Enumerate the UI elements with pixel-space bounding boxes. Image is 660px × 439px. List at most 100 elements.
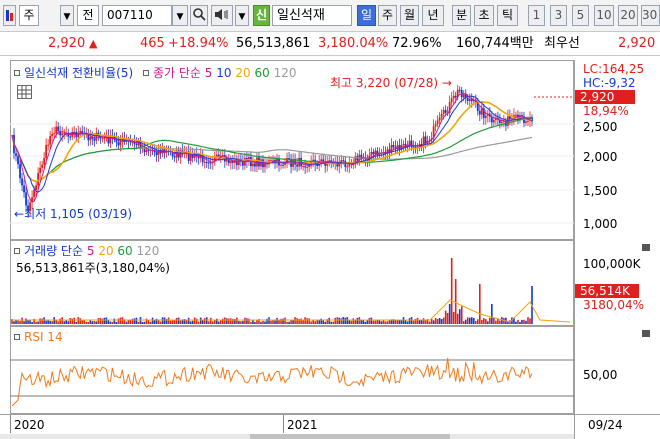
speaker-dropdown-icon[interactable]: ▼ (235, 5, 249, 26)
current-price-tag: 2,920 (575, 90, 635, 104)
volume-top-tick: 100,000K (583, 257, 641, 271)
volume-bar (388, 319, 391, 324)
candle-body (500, 121, 503, 123)
volume-bar (354, 320, 357, 324)
candle-body (442, 109, 445, 114)
volume-bar (115, 321, 118, 324)
volume-bar (260, 321, 262, 324)
period-year-button[interactable]: 년 (422, 5, 444, 26)
volume-bar (314, 321, 316, 324)
volume-bar (81, 319, 84, 324)
volume-bar (79, 318, 82, 324)
volume-bar (296, 318, 298, 324)
candle-body (119, 141, 122, 146)
period-tick-button[interactable]: 틱 (497, 5, 518, 26)
volume-bar (179, 320, 182, 324)
chart-type-icon[interactable] (3, 5, 16, 26)
candle-body (57, 126, 60, 131)
volume-bar (350, 320, 353, 324)
candle-body (17, 155, 19, 165)
toolbar: 주 ▼ 전 007110 ▼ ▼ 신 일신석재 일 주 월 년 분 초 틱 1 … (0, 0, 660, 32)
volume-bar (71, 318, 74, 324)
market-dropdown-icon[interactable]: ▼ (60, 5, 74, 26)
search-icon[interactable] (190, 5, 208, 26)
volume-bar (529, 318, 531, 324)
market-select[interactable]: 주 (19, 5, 39, 26)
rsi-chart[interactable] (10, 326, 574, 414)
interval-10-button[interactable]: 10 (594, 5, 614, 26)
volume-bar (207, 321, 210, 324)
volume-bar (268, 317, 270, 324)
quote-bar: 2,920 ▲ 465 +18.94% 56,513,861 3,180.04%… (0, 32, 660, 56)
code-dropdown-icon[interactable]: ▼ (172, 5, 188, 26)
volume-bar (444, 310, 447, 324)
period-month-button[interactable]: 월 (400, 5, 419, 26)
volume-ratio: 3,180.04% (318, 36, 389, 51)
candle-body (272, 159, 274, 161)
horizontal-scrollbar[interactable] (0, 434, 574, 439)
period-week-button[interactable]: 주 (378, 5, 397, 26)
interval-30-button[interactable]: 30 (641, 5, 660, 26)
stock-select[interactable]: 전 (77, 5, 99, 26)
candle-body (53, 133, 56, 135)
stock-name-field[interactable]: 일신석재 (272, 5, 352, 26)
volume-bar (460, 306, 463, 324)
candle-body (452, 95, 455, 99)
price-axis: LC:164,25 HC:-9,32 2,920 18,94% 2,500 2,… (574, 60, 660, 240)
interval-20-button[interactable]: 20 (618, 5, 638, 26)
volume-bar (336, 317, 339, 324)
volume-bar (380, 321, 383, 324)
speaker-icon[interactable] (211, 5, 233, 26)
interval-5-button[interactable]: 5 (572, 5, 589, 26)
volume-bar (501, 317, 503, 324)
volume-pct-tag: 3180,04% (583, 298, 645, 312)
candle-body (342, 160, 345, 162)
volume-bar (121, 317, 124, 324)
volume-bar (342, 317, 345, 324)
volume-bar (312, 319, 314, 324)
volume-bar (424, 320, 427, 324)
candle-body (155, 152, 158, 156)
volume-bar (191, 320, 194, 324)
volume-bar (236, 317, 238, 324)
period-minute-button[interactable]: 분 (452, 5, 471, 26)
interval-3-button[interactable]: 3 (550, 5, 567, 26)
volume-bar (25, 318, 27, 324)
volume-bar (59, 318, 61, 324)
volume-bar (97, 318, 100, 324)
volume-bar (23, 321, 25, 324)
volume-bar (133, 318, 136, 324)
volume-close-icon[interactable] (642, 244, 650, 251)
new-badge: 신 (253, 5, 270, 26)
turnover-rate: 72.96% (392, 36, 442, 51)
interval-1-button[interactable]: 1 (528, 5, 545, 26)
stock-code-input[interactable]: 007110 (102, 5, 172, 26)
volume-bar (49, 320, 51, 324)
scrollbar-thumb[interactable] (250, 434, 450, 439)
rsi-close-icon[interactable] (642, 330, 650, 337)
volume-bar (135, 317, 138, 324)
volume-bar (262, 320, 264, 324)
volume-bar (113, 318, 116, 324)
period-second-button[interactable]: 초 (474, 5, 494, 26)
volume-bar (43, 317, 45, 324)
candle-body (37, 173, 40, 186)
up-arrow-icon: ▲ (89, 37, 98, 50)
volume-bar (29, 320, 31, 324)
price-chart[interactable] (10, 60, 574, 240)
y-tick-1500: 1,500 (583, 184, 618, 198)
volume-bar (386, 321, 389, 324)
candle-body (444, 109, 447, 113)
volume-chart[interactable] (10, 240, 574, 326)
candle-body (454, 95, 457, 98)
candle-body (440, 113, 443, 118)
volume-bar (525, 320, 527, 324)
volume-bar (493, 317, 495, 324)
candle-body (27, 205, 29, 212)
volume-bar (466, 317, 469, 324)
price-change-pct: +18.94% (168, 36, 229, 51)
candle-body (39, 167, 42, 174)
volume-bar (93, 321, 96, 324)
candle-body (402, 143, 405, 145)
period-day-button[interactable]: 일 (357, 5, 376, 26)
